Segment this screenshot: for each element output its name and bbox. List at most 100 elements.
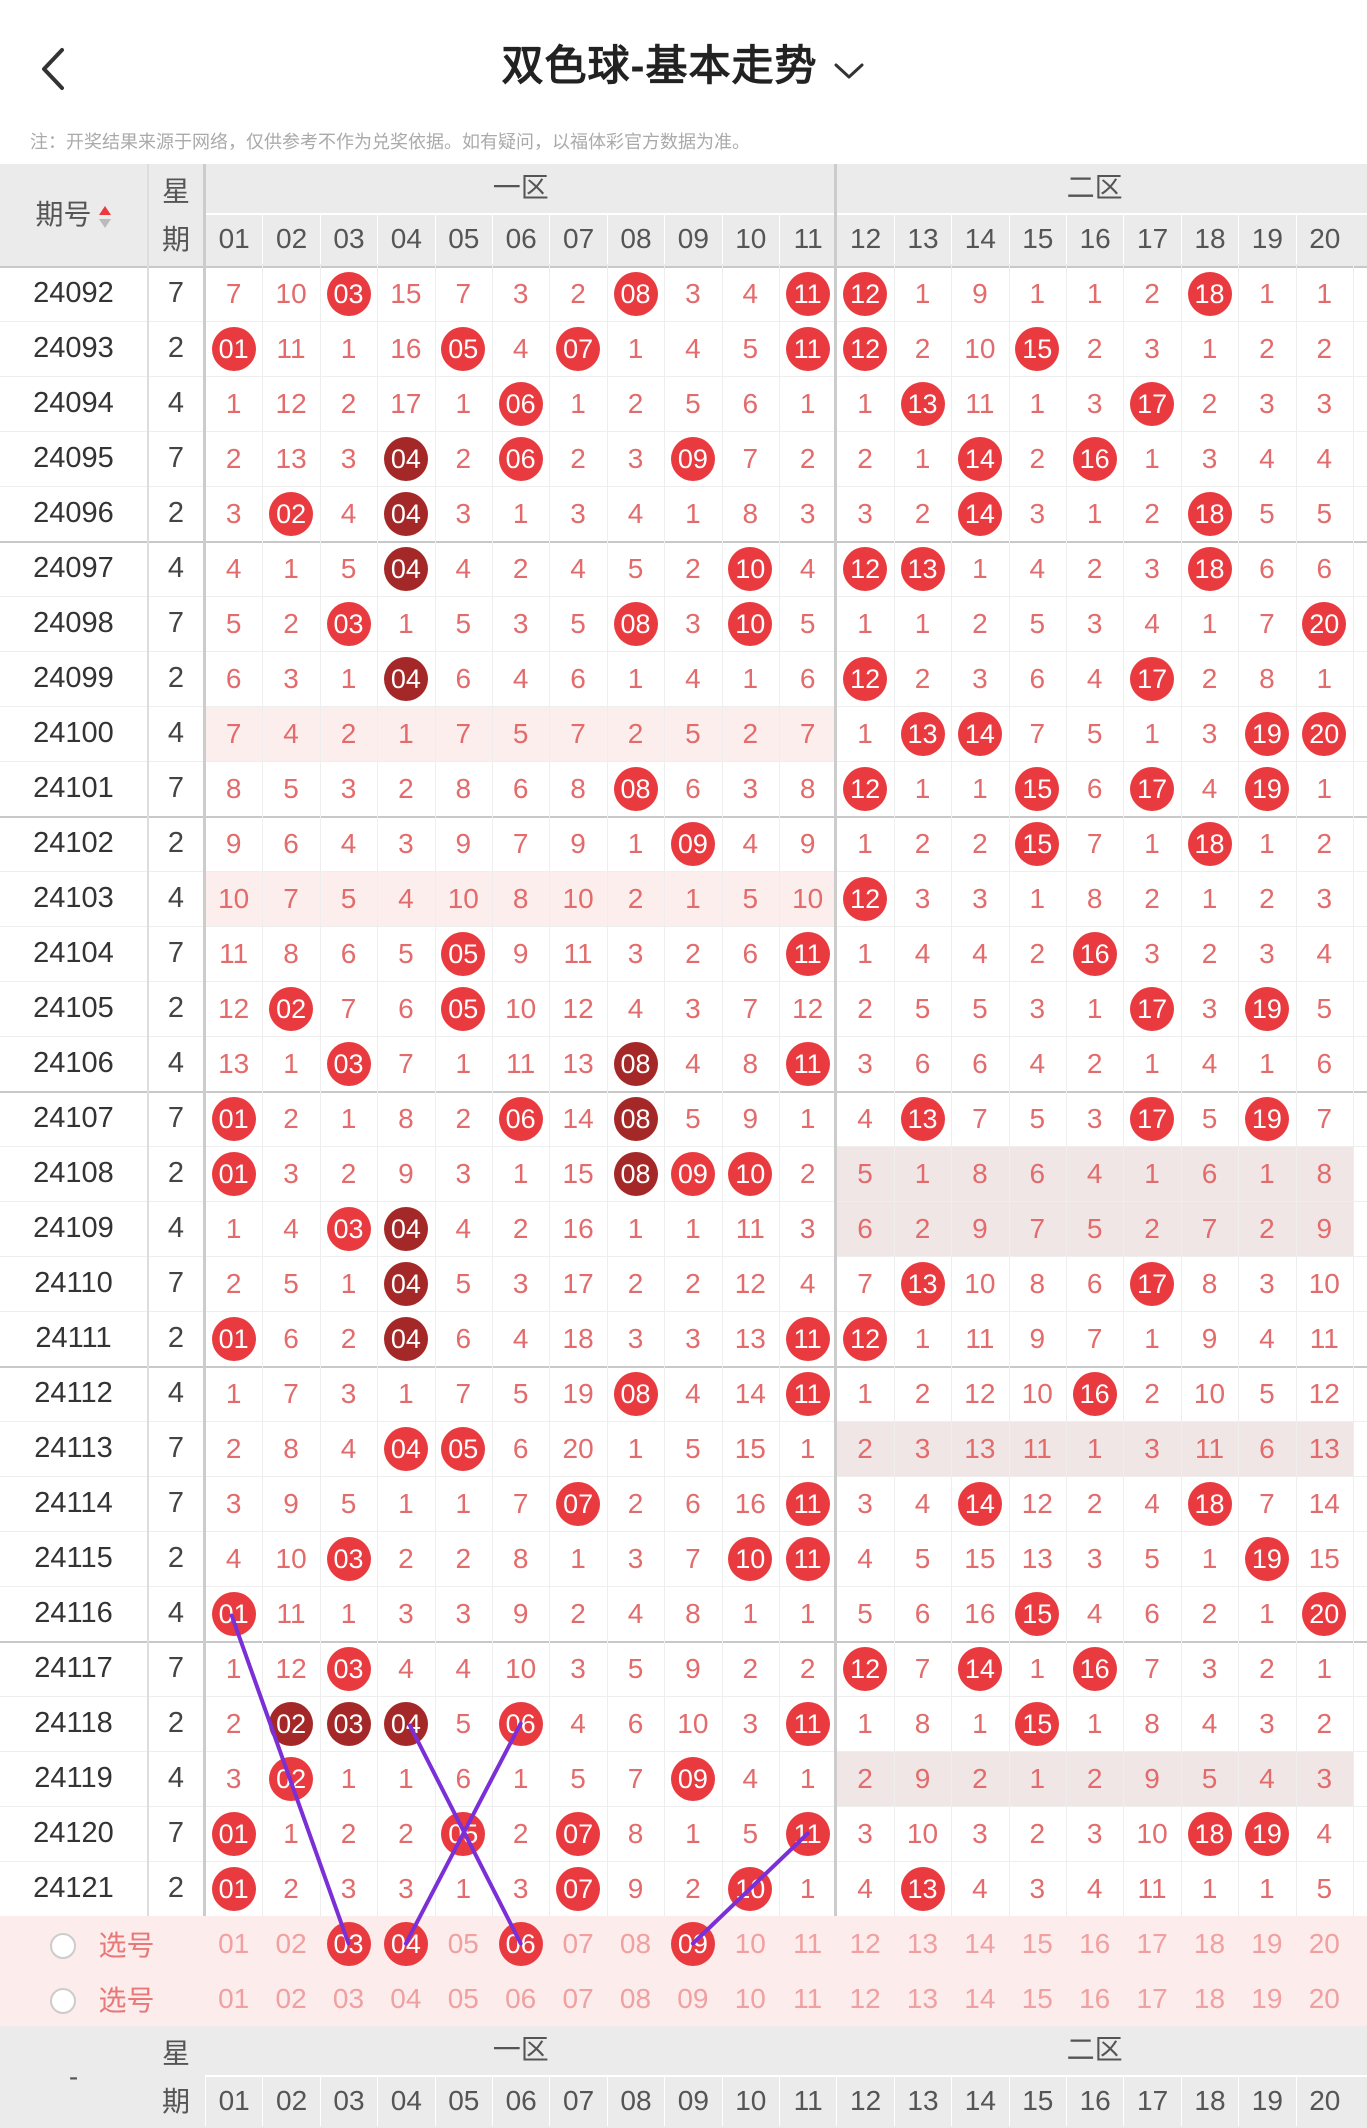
- week-cell: 2: [167, 1542, 185, 1574]
- miss-count: 10: [1308, 1268, 1340, 1299]
- miss-count: 2: [742, 1653, 759, 1684]
- miss-count: 1: [914, 773, 931, 804]
- select-number[interactable]: 05: [435, 1916, 492, 1971]
- number-header: 01: [205, 214, 263, 264]
- miss-count: 2: [1316, 828, 1333, 859]
- miss-count: 12: [275, 388, 307, 419]
- miss-count: 6: [1086, 773, 1103, 804]
- select-number[interactable]: 19: [1238, 1916, 1295, 1971]
- zone-2-label: 二区: [836, 164, 1353, 212]
- select-number[interactable]: 02: [262, 1916, 319, 1971]
- issue-header[interactable]: 期号: [0, 164, 147, 266]
- miss-count: 8: [283, 1433, 299, 1464]
- miss-count: 6: [283, 828, 299, 859]
- select-number[interactable]: 08: [607, 1916, 664, 1971]
- select-number[interactable]: 05: [435, 1971, 492, 2026]
- miss-count: 4: [972, 1873, 988, 1904]
- number-ball: 16: [1072, 931, 1117, 976]
- miss-count: 9: [972, 1213, 988, 1244]
- select-number[interactable]: 11: [779, 1971, 836, 2026]
- select-number[interactable]: 20: [1296, 1971, 1353, 2026]
- select-row-label[interactable]: 选号: [0, 1916, 205, 1971]
- select-number[interactable]: 02: [262, 1971, 319, 2026]
- select-number[interactable]: 09: [664, 1971, 721, 2026]
- select-number[interactable]: 16: [1066, 1916, 1123, 1971]
- select-number[interactable]: 17: [1123, 1916, 1180, 1971]
- miss-count: 3: [685, 278, 701, 309]
- selected-number[interactable]: 03: [326, 1921, 371, 1966]
- number-ball: 20: [1302, 601, 1347, 646]
- select-number[interactable]: 06: [492, 1971, 549, 2026]
- week-cell: 7: [167, 1102, 185, 1134]
- miss-count: 1: [1201, 1543, 1218, 1574]
- header-divider: [205, 2075, 1367, 2077]
- miss-count: 4: [972, 938, 988, 969]
- select-number[interactable]: 15: [1009, 1916, 1066, 1971]
- select-number[interactable]: 08: [607, 1971, 664, 2026]
- miss-count: 1: [1144, 1048, 1160, 1079]
- number-header: 01: [205, 2076, 263, 2126]
- select-number[interactable]: 03: [320, 1971, 377, 2026]
- miss-count: 2: [857, 1433, 873, 1464]
- miss-count: 1: [398, 608, 414, 639]
- select-number[interactable]: 07: [549, 1916, 606, 1971]
- select-number[interactable]: 14: [951, 1971, 1008, 2026]
- selected-number[interactable]: 04: [383, 1921, 428, 1966]
- miss-count: 5: [685, 388, 701, 419]
- select-number[interactable]: 04: [377, 1971, 434, 2026]
- miss-count: 6: [1029, 1158, 1046, 1189]
- radio-icon[interactable]: [50, 1932, 77, 1959]
- miss-count: 4: [455, 1653, 472, 1684]
- miss-count: 12: [1308, 1378, 1340, 1409]
- select-number[interactable]: 18: [1181, 1916, 1238, 1971]
- select-number[interactable]: 10: [722, 1971, 779, 2026]
- select-number[interactable]: 12: [836, 1916, 893, 1971]
- miss-count: 5: [972, 993, 988, 1024]
- select-number[interactable]: 01: [205, 1916, 262, 1971]
- page-title[interactable]: 双色球-基本走势: [0, 32, 1367, 93]
- select-number[interactable]: 12: [836, 1971, 893, 2026]
- week-cell: 2: [167, 662, 185, 694]
- miss-count: 3: [512, 1268, 529, 1299]
- select-number[interactable]: 19: [1238, 1971, 1295, 2026]
- miss-count: 1: [1144, 718, 1160, 749]
- miss-count: 5: [627, 1653, 644, 1684]
- select-row-label[interactable]: 选号: [0, 1971, 205, 2026]
- selected-number[interactable]: 09: [670, 1921, 715, 1966]
- select-number[interactable]: 13: [894, 1916, 951, 1971]
- select-number[interactable]: 17: [1123, 1971, 1180, 2026]
- select-number[interactable]: 11: [779, 1916, 836, 1971]
- select-number[interactable]: 14: [951, 1916, 1008, 1971]
- radio-icon[interactable]: [50, 1987, 77, 2014]
- miss-count: 17: [390, 388, 422, 419]
- miss-count: 13: [275, 443, 307, 474]
- week-cell: 7: [167, 1432, 185, 1464]
- number-ball: 16: [1072, 1646, 1117, 1691]
- select-number[interactable]: 01: [205, 1971, 262, 2026]
- select-number[interactable]: 20: [1296, 1916, 1353, 1971]
- week-cell: 7: [167, 1487, 185, 1519]
- number-header: 14: [951, 2076, 1009, 2126]
- selected-number[interactable]: 06: [498, 1921, 543, 1966]
- select-number[interactable]: 15: [1009, 1971, 1066, 2026]
- select-number[interactable]: 18: [1181, 1971, 1238, 2026]
- number-ball: 11: [785, 1811, 830, 1856]
- miss-count: 15: [1308, 1543, 1340, 1574]
- number-ball: 01: [211, 1591, 256, 1636]
- miss-count: 8: [1086, 883, 1103, 914]
- col-line: [1295, 266, 1297, 2026]
- miss-count: 10: [1136, 1818, 1168, 1849]
- number-ball: 12: [843, 271, 888, 316]
- select-number[interactable]: 16: [1066, 1971, 1123, 2026]
- select-number[interactable]: 07: [549, 1971, 606, 2026]
- miss-count: 4: [627, 993, 644, 1024]
- miss-count: 14: [734, 1378, 766, 1409]
- miss-count: 2: [398, 1543, 414, 1574]
- select-number[interactable]: 13: [894, 1971, 951, 2026]
- select-number[interactable]: 10: [722, 1916, 779, 1971]
- miss-count: 7: [1144, 1653, 1160, 1684]
- number-header: 05: [434, 214, 492, 264]
- number-ball: 11: [785, 1316, 830, 1361]
- number-ball: 03: [326, 1701, 371, 1746]
- number-ball: 11: [785, 1481, 830, 1526]
